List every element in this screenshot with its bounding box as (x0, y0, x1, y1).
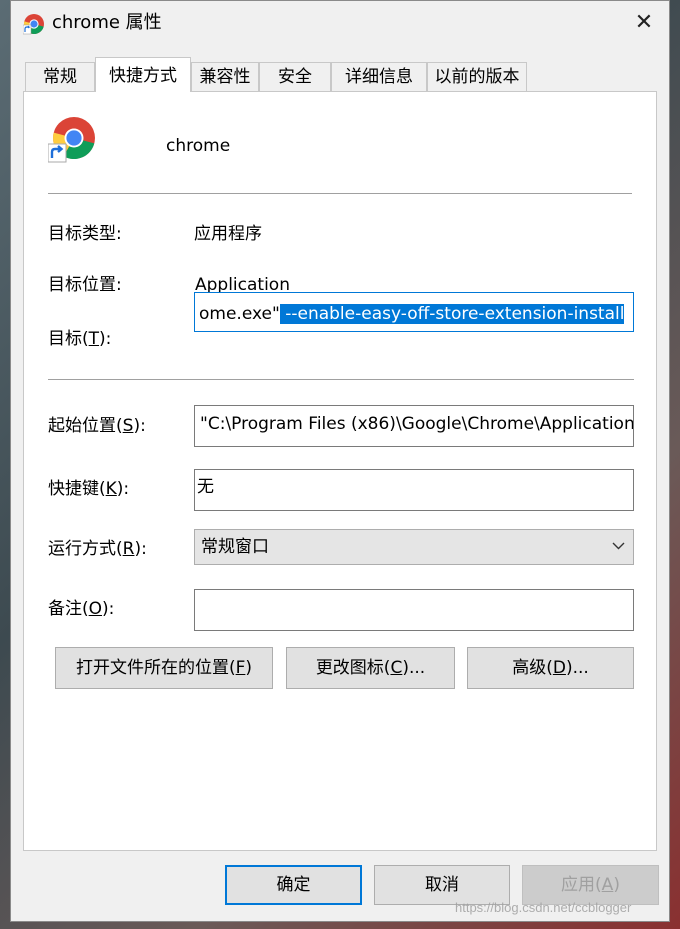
run-select-value: 常规窗口 (201, 537, 269, 557)
open-file-location-button[interactable]: 打开文件所在的位置(F) (55, 647, 273, 689)
target-text: ome.exe" (199, 304, 280, 324)
ok-button[interactable]: 确定 (225, 865, 362, 905)
properties-dialog: chrome 属性 ✕ 常规 快捷方式 兼容性 安全 详细信息 以前的版本 ch… (10, 0, 670, 922)
tab-label: 详细信息 (345, 67, 413, 87)
close-button[interactable]: ✕ (621, 5, 667, 43)
separator (48, 193, 632, 194)
comment-label: 备注(O): (48, 599, 115, 619)
shortcut-key-input[interactable]: 无 (194, 469, 634, 511)
tab-label: 常规 (43, 67, 77, 87)
tab-label: 以前的版本 (434, 67, 520, 87)
target-location-label: 目标位置: (48, 275, 122, 295)
tab-shortcut[interactable]: 快捷方式 (95, 57, 191, 92)
tab-general[interactable]: 常规 (25, 62, 95, 91)
tab-compatibility[interactable]: 兼容性 (191, 62, 259, 91)
target-input[interactable]: ome.exe" --enable-easy-off-store-extensi… (194, 292, 634, 332)
tab-label: 快捷方式 (109, 66, 177, 86)
close-icon: ✕ (634, 10, 654, 35)
chrome-icon (23, 14, 44, 35)
chevron-down-icon (612, 542, 625, 550)
tab-label: 兼容性 (199, 67, 251, 87)
shortcut-name: chrome (166, 136, 231, 156)
apply-button[interactable]: 应用(A) (522, 865, 659, 905)
tab-details[interactable]: 详细信息 (331, 62, 427, 91)
start-in-label: 起始位置(S): (48, 416, 146, 436)
separator (48, 379, 634, 380)
chrome-icon (48, 117, 95, 163)
comment-input[interactable] (194, 589, 634, 631)
run-label: 运行方式(R): (48, 539, 147, 559)
advanced-button[interactable]: 高级(D)... (467, 647, 634, 689)
watermark: https://blog.csdn.net/ccblogger (455, 900, 632, 915)
target-type-value: 应用程序 (194, 224, 262, 244)
tab-previous-versions[interactable]: 以前的版本 (427, 62, 527, 91)
target-type-label: 目标类型: (48, 224, 122, 244)
change-icon-button[interactable]: 更改图标(C)... (286, 647, 455, 689)
target-label: 目标(T): (48, 329, 112, 349)
shortcut-key-label: 快捷键(K): (48, 479, 130, 499)
target-selected-text: --enable-easy-off-store-extension-instal… (279, 304, 625, 324)
shortcut-tab-panel: chrome 目标类型: 应用程序 目标位置: Application 目标(T… (23, 91, 657, 851)
window-title: chrome 属性 (52, 12, 162, 33)
run-select[interactable]: 常规窗口 (194, 529, 634, 565)
cancel-button[interactable]: 取消 (374, 865, 510, 905)
start-in-input[interactable]: "C:\Program Files (x86)\Google\Chrome\Ap… (194, 405, 634, 447)
tab-security[interactable]: 安全 (259, 62, 331, 91)
tab-label: 安全 (278, 67, 312, 87)
